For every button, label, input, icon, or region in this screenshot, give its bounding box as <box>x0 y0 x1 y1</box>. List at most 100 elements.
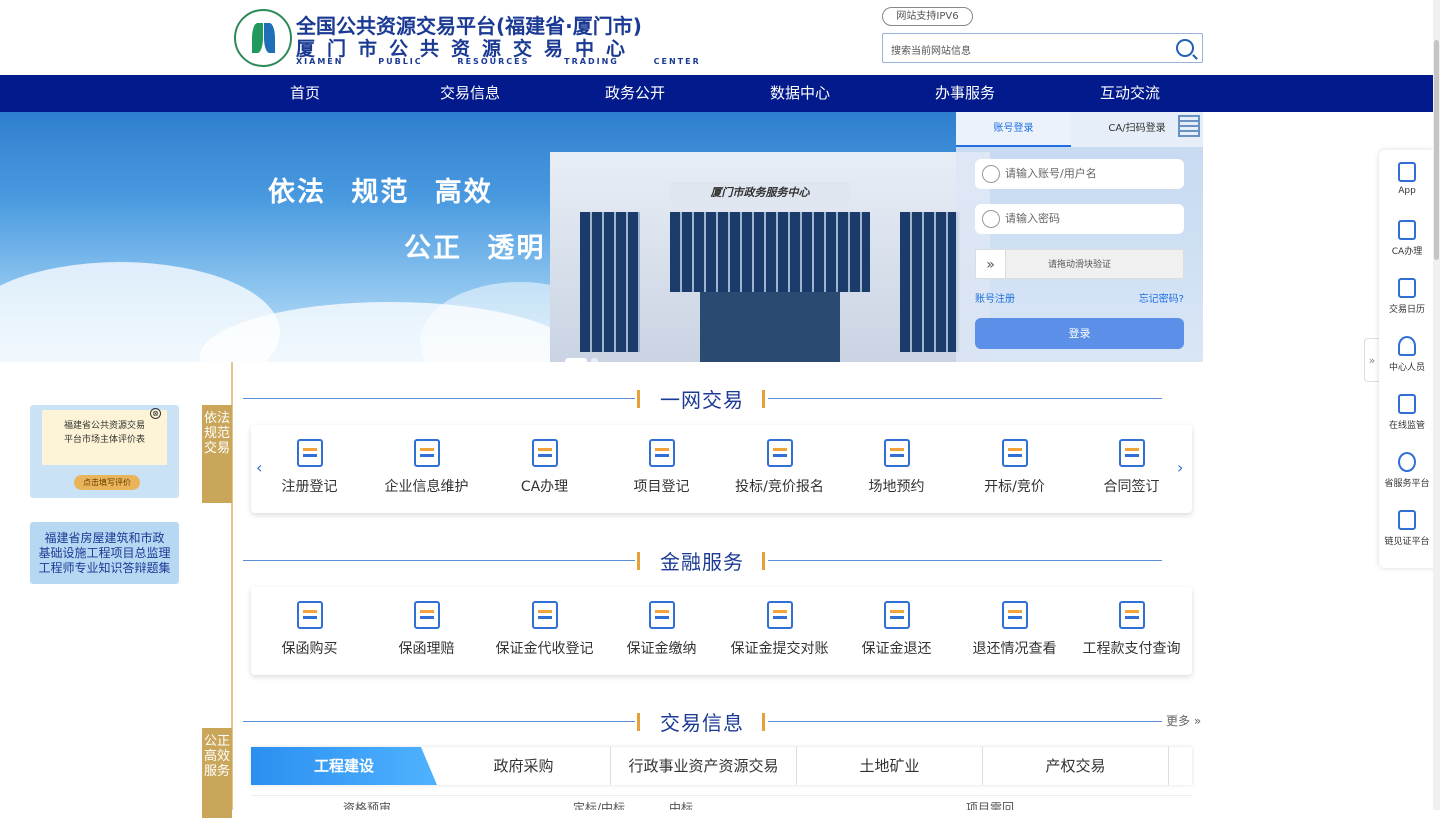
evaluation-ad[interactable]: 福建省公共资源交易 平台市场主体评价表 ⊗ 点击填写评价 <box>30 405 179 498</box>
yuan-document-icon <box>767 601 793 629</box>
building-image: 厦门市政务服务中心 <box>550 152 990 362</box>
trade-item-register[interactable]: 注册登记 <box>251 425 368 513</box>
section-title-trade-info: 交易信息 <box>660 711 744 735</box>
quick-monitor[interactable]: 在线监管 <box>1379 382 1435 440</box>
quick-province-platform[interactable]: 省服务平台 <box>1379 440 1435 498</box>
scrollbar-thumb <box>1434 40 1439 260</box>
link-icon <box>1398 510 1416 530</box>
lock-icon <box>982 210 1000 228</box>
finance-item-deposit-register[interactable]: 保证金代收登记 <box>486 587 603 675</box>
nav-trade-info[interactable]: 交易信息 <box>410 75 530 112</box>
tab-gov-procurement[interactable]: 政府采购 <box>437 747 611 785</box>
register-link[interactable]: 账号注册 <box>975 290 1015 305</box>
claim-icon <box>414 601 440 629</box>
building-sign: 厦门市政务服务中心 <box>670 182 850 204</box>
page-scrollbar[interactable] <box>1433 0 1440 810</box>
trade-item-bid-signup[interactable]: 投标/竞价报名 <box>721 425 838 513</box>
trade-item-venue[interactable]: 场地预约 <box>838 425 955 513</box>
trade-info-subheader: 资格预审 定标/中标 中标 项目需回 <box>251 795 1192 810</box>
gavel-icon <box>1002 439 1028 467</box>
login-button[interactable]: 登录 <box>975 318 1184 349</box>
contract-icon <box>1119 439 1145 467</box>
search-placeholder: 搜索当前网站信息 <box>891 46 971 57</box>
document-icon <box>297 601 323 629</box>
company-settings-icon <box>414 439 440 467</box>
quick-ca[interactable]: CA办理 <box>1379 208 1435 266</box>
nav-interaction[interactable]: 互动交流 <box>1070 75 1190 112</box>
site-title-english: XIAMEN PUBLIC RESOURCES TRADING CENTER <box>296 57 701 66</box>
finance-item-guarantee-claim[interactable]: 保函理赔 <box>368 587 485 675</box>
user-icon <box>982 165 1000 183</box>
finance-item-guarantee-buy[interactable]: 保函购买 <box>251 587 368 675</box>
refund-search-icon <box>1002 601 1028 629</box>
carousel-dots[interactable] <box>565 349 602 362</box>
tab-construction[interactable]: 工程建设 <box>251 747 437 785</box>
side-label-rules: 依法规范交易 <box>202 405 232 503</box>
phone-icon <box>1398 162 1416 182</box>
tab-account-login[interactable]: 账号登录 <box>956 112 1071 147</box>
side-label-service: 公正高效服务 <box>202 728 232 818</box>
right-quick-bar: App CA办理 交易日历 中心人员 在线监管 省服务平台 链见证平台 <box>1379 150 1435 568</box>
slider-handle[interactable]: » <box>976 250 1006 278</box>
col-winning: 中标 <box>669 801 694 810</box>
building-payment-icon <box>1119 601 1145 629</box>
quick-staff[interactable]: 中心人员 <box>1379 324 1435 382</box>
check-document-icon <box>532 601 558 629</box>
yuan-refresh-icon <box>649 601 675 629</box>
quick-chain-witness[interactable]: 链见证平台 <box>1379 498 1435 556</box>
finance-item-deposit-reconcile[interactable]: 保证金提交对账 <box>721 587 838 675</box>
fill-evaluation-button[interactable]: 点击填写评价 <box>74 475 140 490</box>
finance-item-deposit-pay[interactable]: 保证金缴纳 <box>603 587 720 675</box>
trade-info-tabs: 工程建设 政府采购 行政事业资产资源交易 土地矿业 产权交易 <box>251 747 1192 785</box>
section-title-finance: 金融服务 <box>660 550 744 574</box>
forgot-password-link[interactable]: 忘记密码? <box>1139 290 1184 305</box>
section-title-trade: 一网交易 <box>660 388 744 412</box>
finance-services-card: 保函购买 保函理赔 保证金代收登记 保证金缴纳 保证金提交对账 保证金退还 退还… <box>251 587 1192 675</box>
search-icon[interactable] <box>1176 39 1194 57</box>
nav-gov-affairs[interactable]: 政务公开 <box>575 75 695 112</box>
trade-item-project[interactable]: 项目登记 <box>603 425 720 513</box>
monitor-icon <box>1398 394 1416 414</box>
center-logo[interactable] <box>234 9 292 67</box>
banner-slogan-2: 公正 透明 <box>404 233 546 264</box>
finance-item-payment-query[interactable]: 工程款支付查询 <box>1073 587 1190 675</box>
tab-asset-trading[interactable]: 行政事业资产资源交易 <box>611 747 797 785</box>
tab-property-rights[interactable]: 产权交易 <box>983 747 1169 785</box>
edit-icon <box>767 439 793 467</box>
trade-item-contract[interactable]: 合同签订 <box>1073 425 1190 513</box>
password-field[interactable]: 请输入密码 <box>975 204 1184 234</box>
calendar-icon <box>1398 278 1416 298</box>
yuan-return-icon <box>884 601 910 629</box>
exam-questions-ad[interactable]: 福建省房屋建筑和市政 基础设施工程项目总监理 工程师专业知识答辩题集 <box>30 522 179 584</box>
main-nav: 首页 交易信息 政务公开 数据中心 办事服务 互动交流 <box>0 75 1440 112</box>
quick-calendar[interactable]: 交易日历 <box>1379 266 1435 324</box>
col-project: 项目需回 <box>966 801 1015 810</box>
nav-data-center[interactable]: 数据中心 <box>740 75 860 112</box>
username-field[interactable]: 请输入账号/用户名 <box>975 159 1184 189</box>
globe-icon <box>1398 452 1416 472</box>
folder-icon <box>649 439 675 467</box>
finance-item-refund-status[interactable]: 退还情况查看 <box>956 587 1073 675</box>
trade-item-company-info[interactable]: 企业信息维护 <box>368 425 485 513</box>
login-panel: 账号登录 CA/扫码登录 请输入账号/用户名 请输入密码 » 请拖动滑块验证 账号… <box>956 112 1203 362</box>
close-icon[interactable]: ⊗ <box>150 408 161 419</box>
register-icon <box>297 439 323 467</box>
trade-item-bid-open[interactable]: 开标/竞价 <box>956 425 1073 513</box>
ipv6-badge: 网站支持IPV6 <box>882 7 973 26</box>
col-award: 定标/中标 <box>573 801 626 810</box>
collapse-toggle[interactable]: » <box>1364 338 1380 382</box>
nav-services[interactable]: 办事服务 <box>905 75 1025 112</box>
tab-land-mining[interactable]: 土地矿业 <box>797 747 983 785</box>
finance-item-deposit-refund[interactable]: 保证金退还 <box>838 587 955 675</box>
slider-captcha[interactable]: » 请拖动滑块验证 <box>975 249 1184 279</box>
nav-home[interactable]: 首页 <box>245 75 365 112</box>
qr-code-icon[interactable] <box>1178 115 1200 137</box>
calendar-icon <box>884 439 910 467</box>
banner-slogan-1: 依法 规范 高效 <box>268 177 493 208</box>
certificate-icon <box>532 439 558 467</box>
trade-item-ca[interactable]: CA办理 <box>486 425 603 513</box>
more-link[interactable]: 更多 » <box>1166 712 1201 729</box>
search-input[interactable]: 搜索当前网站信息 <box>882 33 1203 63</box>
quick-app[interactable]: App <box>1379 150 1435 208</box>
ca-certificate-icon <box>1398 220 1416 240</box>
